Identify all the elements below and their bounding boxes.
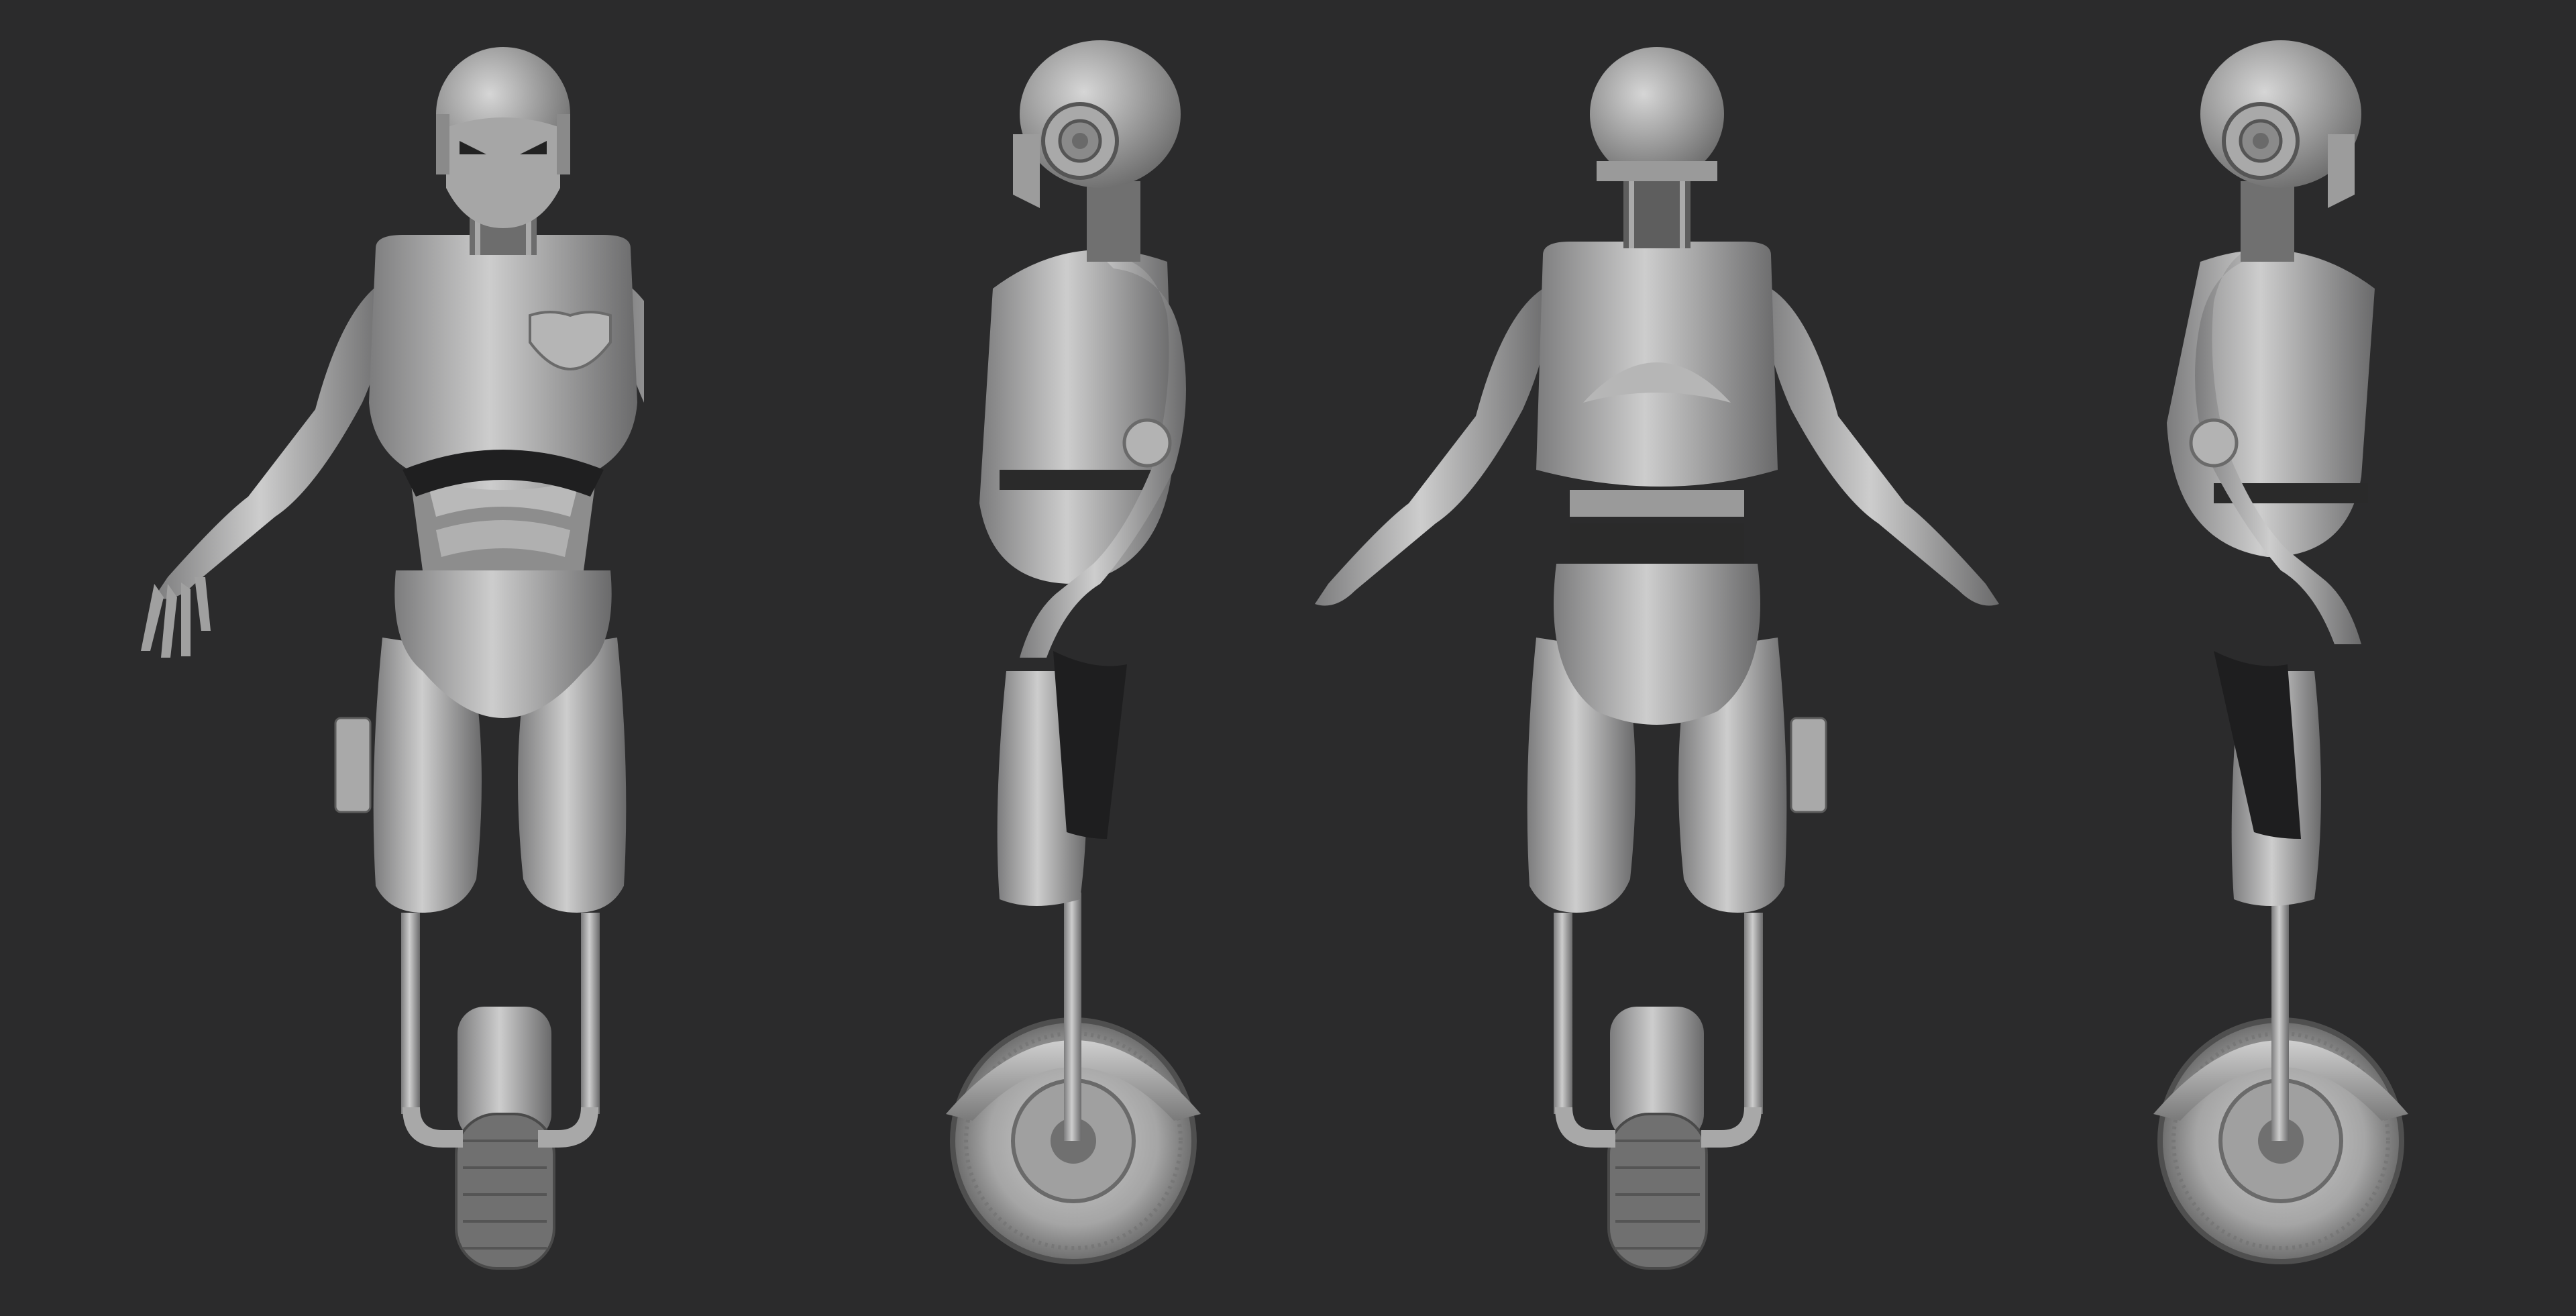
robot-front-view xyxy=(0,0,644,1316)
robot-side-view-icon xyxy=(946,40,1201,1264)
robot-side-view-left xyxy=(926,0,1248,1316)
robot-side-view-right xyxy=(2133,0,2442,1316)
robot-back-view xyxy=(1208,0,2106,1316)
robot-back-view-icon xyxy=(1315,47,1999,1270)
turnaround-canvas xyxy=(0,0,2576,1316)
robot-side-view-icon xyxy=(2153,40,2408,1264)
robot-front-view-icon xyxy=(141,47,644,1270)
